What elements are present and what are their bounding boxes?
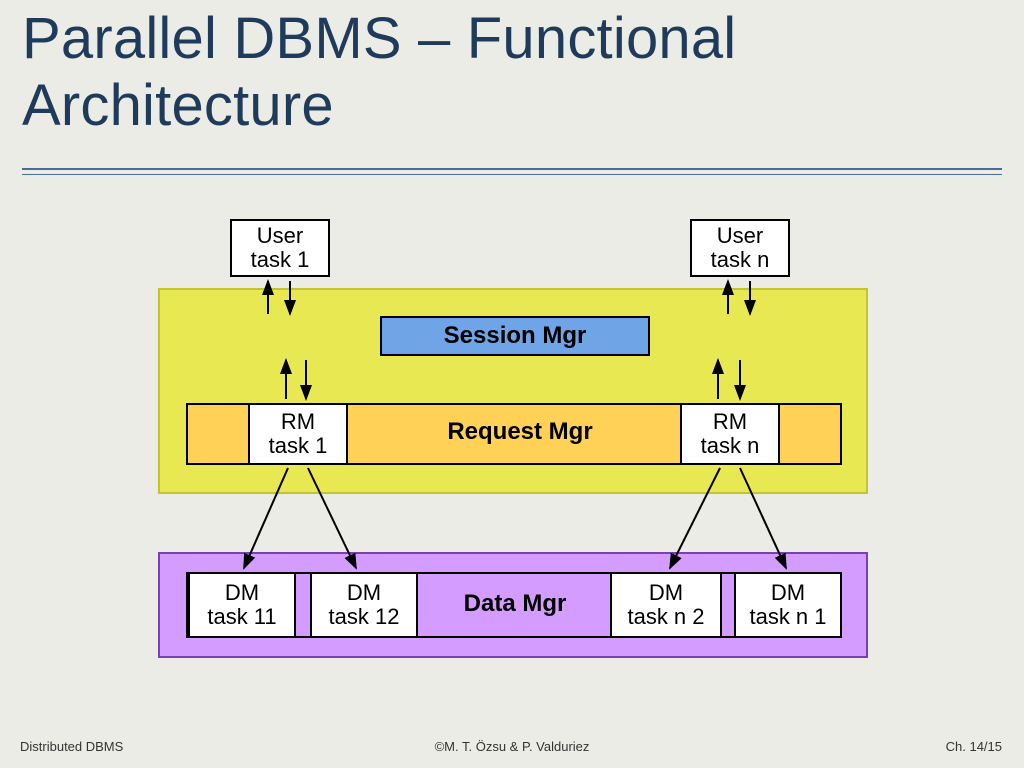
session-mgr-strip: Session Mgr [380,316,650,356]
footer-center: ©M. T. Özsu & P. Valduriez [0,739,1024,754]
dm-task-n1-box: DM task n 1 [734,572,842,638]
title-rule-thick [22,168,1002,170]
dm-task-11-box: DM task 11 [188,572,296,638]
data-mgr-label: Data Mgr [440,590,590,618]
dm-task-n1-text: DM task n 1 [749,581,826,629]
user-task-1-text: User task 1 [251,224,310,272]
title-rule-thin [22,174,1002,175]
session-mgr-label: Session Mgr [444,322,587,350]
title-line-2: Architecture [22,73,334,138]
dm-task-n2-text: DM task n 2 [627,581,704,629]
dm-task-11-text: DM task 11 [207,581,276,629]
dm-task-12-text: DM task 12 [329,581,400,629]
request-mgr-label: Request Mgr [420,418,620,446]
dm-task-n2-box: DM task n 2 [610,572,722,638]
slide-title: Parallel DBMS – Functional Architecture [22,6,736,139]
rm-task-n-text: RM task n [701,410,760,458]
user-task-n-box: User task n [690,219,790,277]
rm-task-1-box: RM task 1 [248,403,348,465]
title-line-1: Parallel DBMS – Functional [22,6,736,71]
rm-task-n-box: RM task n [680,403,780,465]
rm-task-1-text: RM task 1 [269,410,328,458]
user-task-1-box: User task 1 [230,219,330,277]
dm-task-12-box: DM task 12 [310,572,418,638]
user-task-n-text: User task n [711,224,770,272]
footer-right: Ch. 14/15 [946,739,1002,754]
